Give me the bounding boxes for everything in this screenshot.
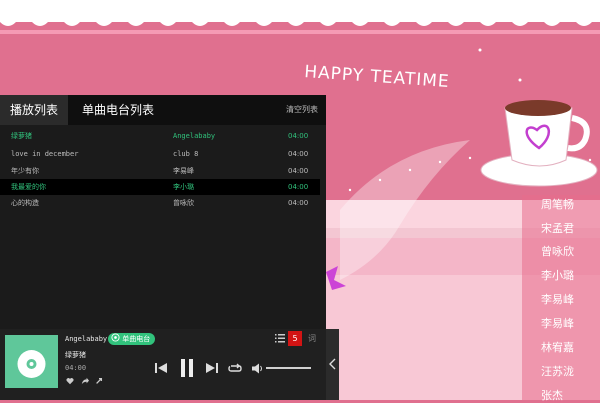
share-icon[interactable] xyxy=(81,377,89,385)
song-duration: 04:00 xyxy=(288,150,309,158)
volume-icon[interactable] xyxy=(251,363,263,374)
song-row[interactable]: 年少有你 李易峰 04:00 xyxy=(0,163,320,179)
loop-icon[interactable] xyxy=(228,363,242,374)
song-duration: 04:00 xyxy=(288,183,309,191)
tab-play-list[interactable]: 播放列表 xyxy=(0,95,68,125)
singer-item[interactable]: 汪苏泷 xyxy=(541,363,574,379)
volume-track xyxy=(266,367,311,369)
volume-slider[interactable] xyxy=(266,367,311,370)
song-duration: 04:00 xyxy=(288,199,309,207)
song-row[interactable]: 心的构造 曾咏欣 04:00 xyxy=(0,195,320,211)
player-song: 绿萝猪 xyxy=(65,351,86,359)
single-radio-button[interactable]: 单曲电台 xyxy=(108,333,156,345)
collapse-handle[interactable] xyxy=(326,329,339,400)
singer-item[interactable]: 张杰 xyxy=(541,387,563,403)
song-duration: 04:00 xyxy=(288,167,309,175)
song-title: 年少有你 xyxy=(11,167,39,175)
player-artist[interactable]: Angelababy xyxy=(65,335,107,343)
song-title: 心的构造 xyxy=(11,199,39,207)
tab-radio-list[interactable]: 单曲电台列表 xyxy=(82,95,154,125)
pause-icon[interactable] xyxy=(179,358,195,378)
queue-count-badge[interactable]: 5 xyxy=(288,331,302,346)
playlist-tabs: 播放列表 单曲电台列表 清空列表 xyxy=(0,95,326,125)
album-cover[interactable] xyxy=(5,335,58,388)
song-title: 绿萝猪 xyxy=(11,132,32,140)
song-title: 我最爱的你 xyxy=(11,183,46,191)
singer-item[interactable]: 曾咏欣 xyxy=(541,243,574,259)
radio-button-label: 单曲电台 xyxy=(122,335,151,343)
singer-item[interactable]: 李易峰 xyxy=(541,315,574,331)
collapse-icon xyxy=(329,358,336,370)
prev-icon[interactable] xyxy=(154,362,168,374)
player-bar: Angelababy 单曲电台 绿萝猪 04:00 5 词 xyxy=(0,329,326,400)
song-row[interactable]: love in december club 8 04:00 xyxy=(0,146,320,162)
radio-icon xyxy=(111,333,120,342)
lyrics-button[interactable]: 词 xyxy=(308,333,316,344)
clear-list-button[interactable]: 清空列表 xyxy=(286,95,318,125)
singer-item[interactable]: 李小璐 xyxy=(541,267,574,283)
singer-item[interactable]: 林宥嘉 xyxy=(541,339,574,355)
disc-icon xyxy=(17,350,46,378)
song-title: love in december xyxy=(11,150,79,158)
download-icon[interactable] xyxy=(95,377,103,385)
singer-list: 周笔畅 宋孟君 曾咏欣 李小璐 李易峰 李易峰 林宥嘉 汪苏泷 张杰 xyxy=(522,195,600,403)
song-artist: 曾咏欣 xyxy=(173,199,194,207)
playlist-panel: 播放列表 单曲电台列表 清空列表 绿萝猪 Angelababy 04:00 lo… xyxy=(0,95,326,329)
singer-item[interactable]: 宋孟君 xyxy=(541,220,574,236)
song-duration: 04:00 xyxy=(288,132,309,140)
singer-item[interactable]: 周笔畅 xyxy=(541,196,574,212)
heart-icon[interactable] xyxy=(66,377,74,385)
song-artist: Angelababy xyxy=(173,132,216,140)
song-row[interactable]: 我最爱的你 李小璐 04:00 xyxy=(0,179,320,195)
song-artist: 李易峰 xyxy=(173,167,194,175)
list-icon[interactable] xyxy=(275,333,285,343)
singer-item[interactable]: 李易峰 xyxy=(541,291,574,307)
song-artist: 李小璐 xyxy=(173,183,194,191)
song-artist: club 8 xyxy=(173,150,199,158)
player-time: 04:00 xyxy=(65,364,87,372)
song-row[interactable]: 绿萝猪 Angelababy 04:00 xyxy=(0,128,320,144)
next-icon[interactable] xyxy=(205,362,219,374)
